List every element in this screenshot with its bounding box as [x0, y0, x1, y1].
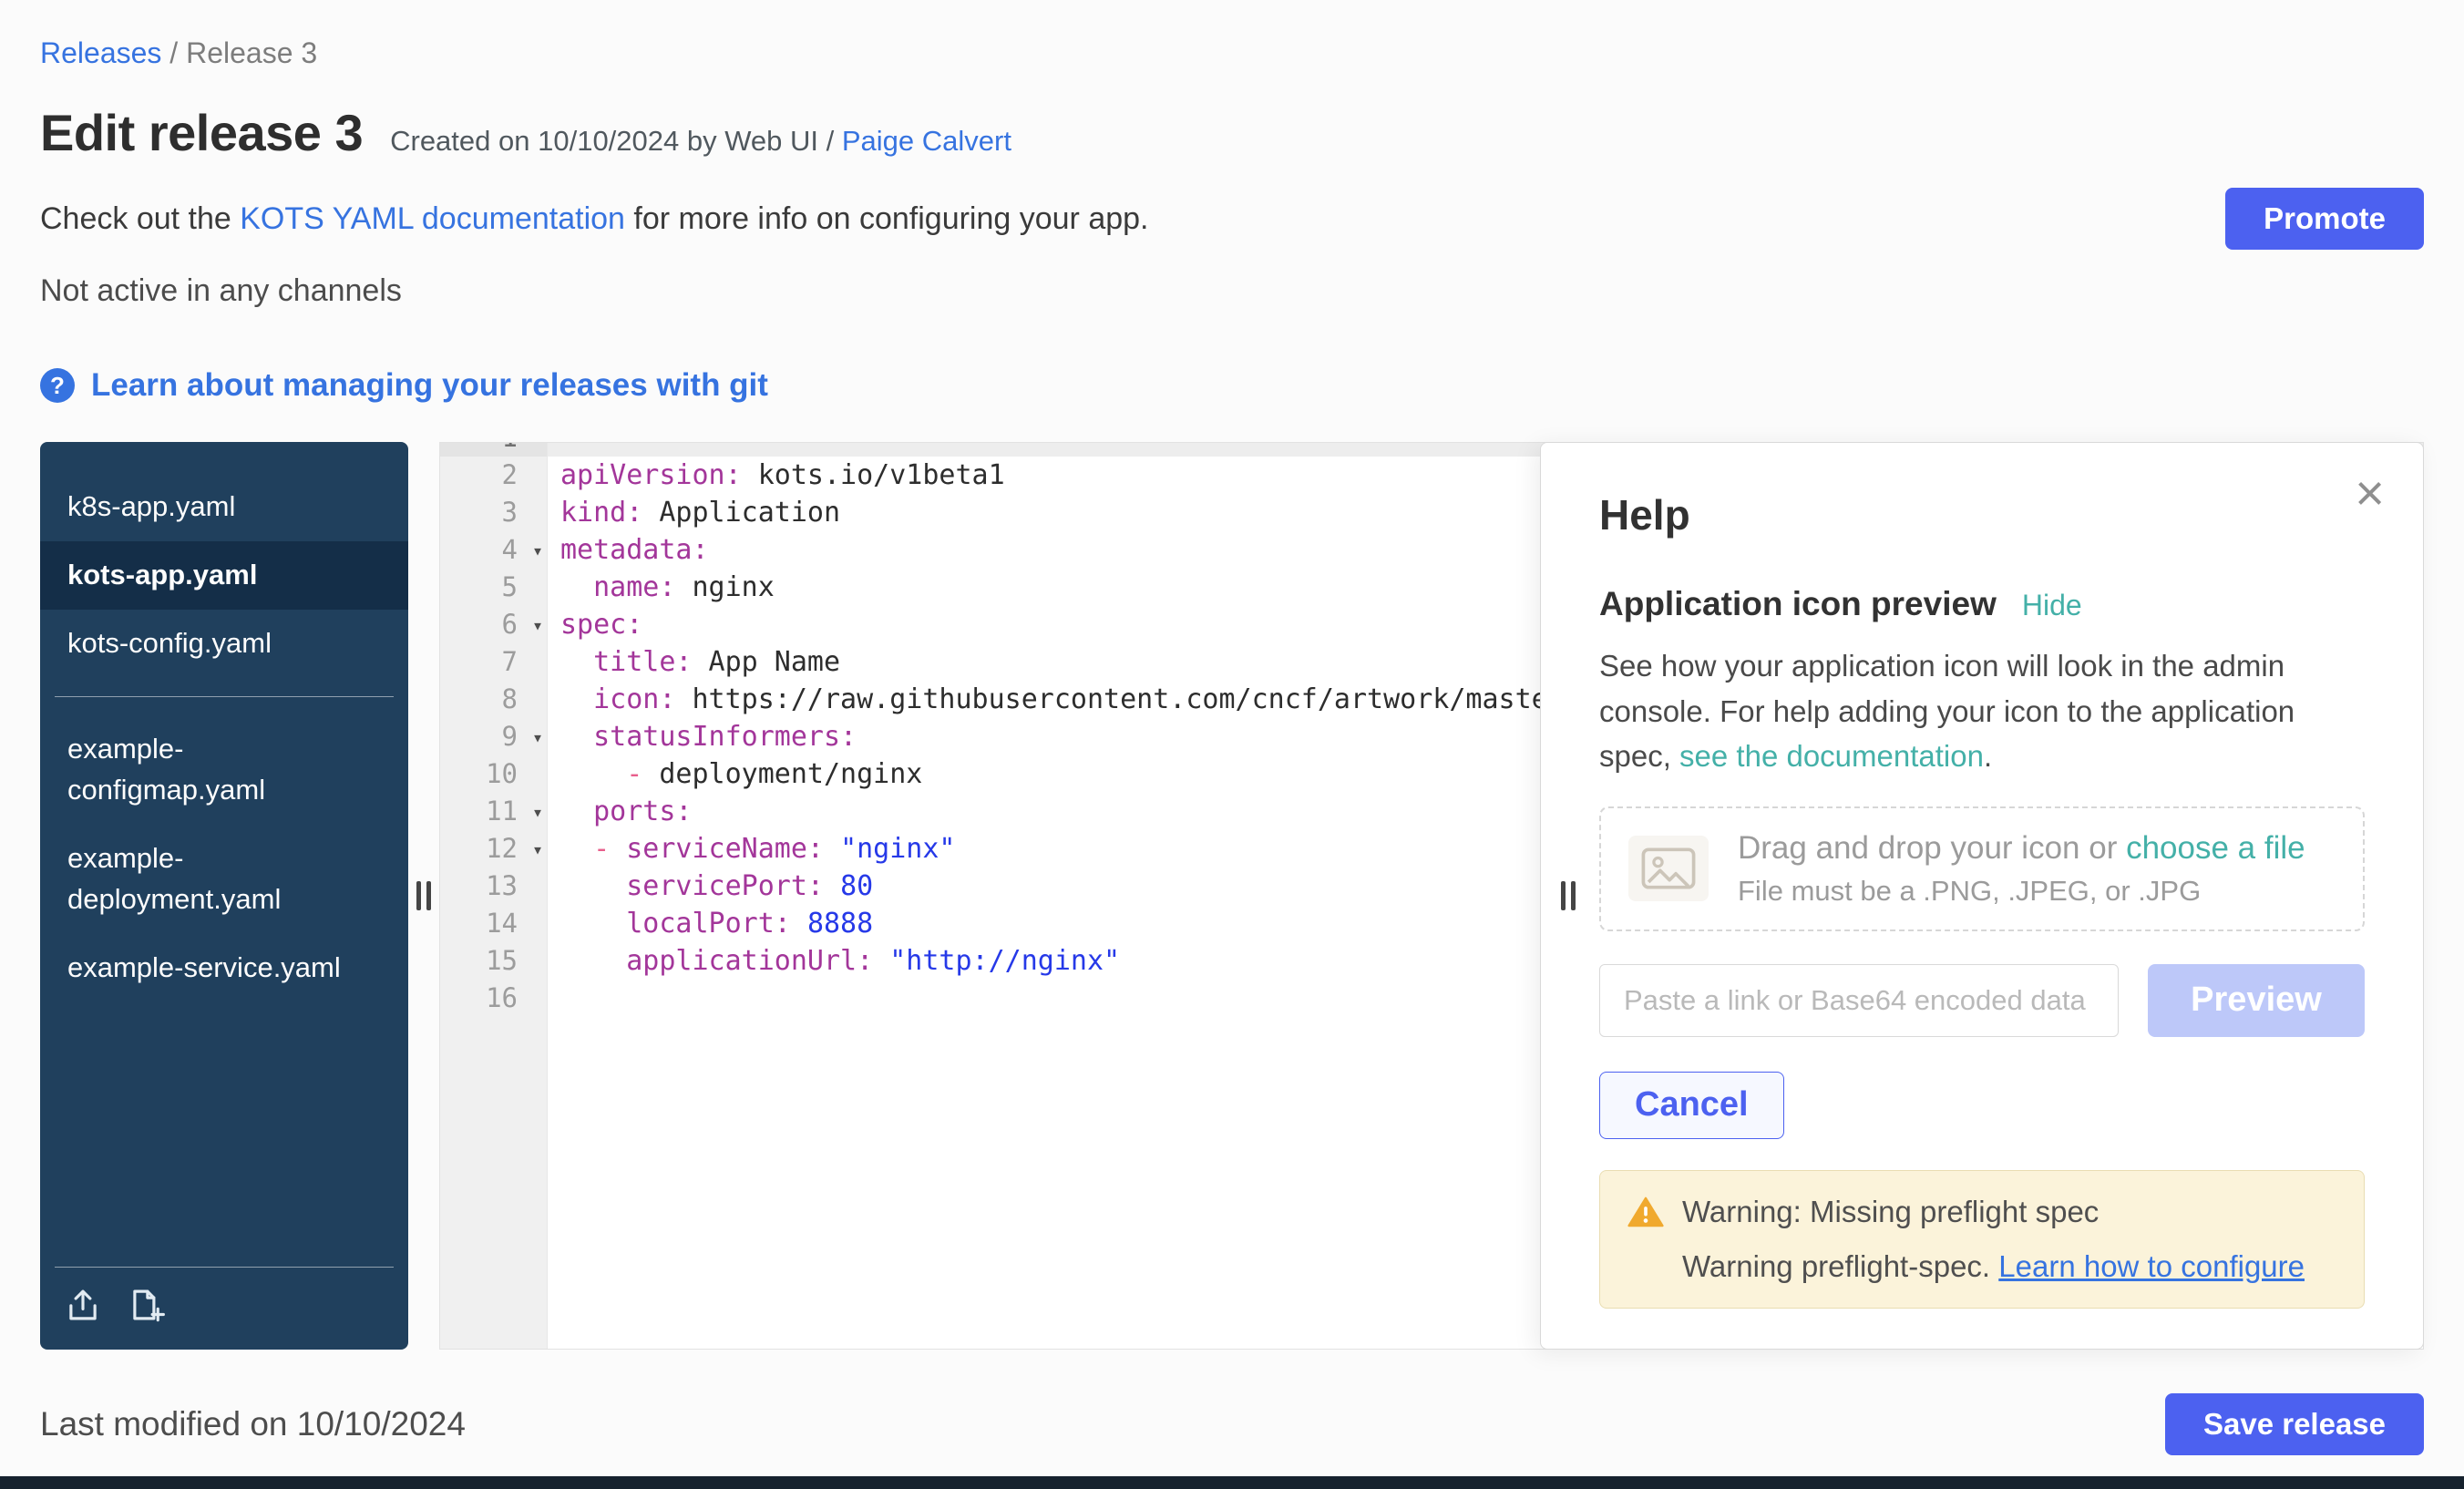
- warning-detail-text: Warning preflight-spec.: [1682, 1249, 1998, 1283]
- title-row: Edit release 3 Created on 10/10/2024 by …: [40, 103, 2424, 162]
- dropzone-instruction: Drag and drop your icon or: [1738, 830, 2126, 866]
- page-footer: Last modified on 10/10/2024 Save release: [40, 1393, 2424, 1455]
- see-documentation-link[interactable]: see the documentation: [1679, 739, 1984, 773]
- help-description: See how your application icon will look …: [1599, 643, 2365, 779]
- warning-detail: Warning preflight-spec. Learn how to con…: [1682, 1249, 2336, 1284]
- last-modified: Last modified on 10/10/2024: [40, 1405, 466, 1443]
- help-description-period: .: [1984, 739, 1992, 773]
- icon-dropzone[interactable]: Drag and drop your icon or choose a file…: [1599, 806, 2365, 931]
- choose-file-link[interactable]: choose a file: [2126, 830, 2305, 866]
- icon-preview-title: Application icon preview: [1599, 585, 1997, 623]
- breadcrumb: Releases / Release 3: [40, 36, 2424, 70]
- file-tree-item[interactable]: example-deployment.yaml: [40, 825, 408, 934]
- line-number: 7: [440, 643, 547, 681]
- icon-preview-section-header: Application icon preview Hide: [1599, 585, 2365, 623]
- help-title: Help: [1599, 490, 2365, 539]
- line-number: 5: [440, 569, 547, 606]
- git-releases-link[interactable]: Learn about managing your releases with …: [91, 367, 768, 404]
- warning-title: Warning: Missing preflight spec: [1682, 1195, 2099, 1229]
- docs-row: Check out the KOTS YAML documentation fo…: [40, 188, 2424, 250]
- docs-note: Check out the KOTS YAML documentation fo…: [40, 201, 1149, 237]
- editor-gutter: 1234▾56▾789▾1011▾12▾13141516: [440, 443, 548, 1349]
- line-number: 10: [440, 755, 547, 793]
- fold-toggle-icon[interactable]: ▾: [532, 532, 543, 570]
- breadcrumb-releases-link[interactable]: Releases: [40, 36, 161, 69]
- tree-footer-divider: [55, 1267, 394, 1268]
- line-number: 14: [440, 905, 547, 942]
- file-tree-footer: [40, 1267, 408, 1350]
- question-icon: ?: [40, 368, 75, 403]
- page-title: Edit release 3: [40, 103, 363, 162]
- save-release-button[interactable]: Save release: [2165, 1393, 2424, 1455]
- line-number: 6▾: [440, 606, 547, 643]
- line-number: 12▾: [440, 830, 547, 868]
- kots-docs-link[interactable]: KOTS YAML documentation: [240, 201, 625, 236]
- created-info: Created on 10/10/2024 by Web UI / Paige …: [390, 125, 1011, 158]
- file-tree-item[interactable]: kots-app.yaml: [40, 541, 408, 610]
- line-number: 2: [440, 457, 547, 494]
- docs-note-prefix: Check out the: [40, 201, 240, 236]
- bottom-bar: [0, 1476, 2464, 1489]
- line-number: 13: [440, 868, 547, 905]
- image-placeholder-icon: [1628, 836, 1709, 901]
- dropzone-file-hint: File must be a .PNG, .JPEG, or .JPG: [1738, 875, 2305, 908]
- line-number: 3: [440, 494, 547, 531]
- line-number: 8: [440, 681, 547, 718]
- new-file-icon[interactable]: [128, 1286, 166, 1324]
- breadcrumb-separator: /: [161, 36, 186, 69]
- fold-toggle-icon[interactable]: ▾: [532, 794, 543, 831]
- fold-toggle-icon[interactable]: ▾: [532, 719, 543, 756]
- release-editor-workspace: k8s-app.yamlkots-app.yamlkots-config.yam…: [40, 442, 2424, 1350]
- line-number: 16: [440, 980, 547, 1017]
- upload-file-icon[interactable]: [64, 1286, 102, 1324]
- icon-url-row: Preview: [1599, 964, 2365, 1037]
- file-tree-item[interactable]: example-service.yaml: [40, 934, 408, 1002]
- line-number: 1: [440, 443, 547, 457]
- line-number: 11▾: [440, 793, 547, 830]
- preview-button[interactable]: Preview: [2148, 964, 2365, 1037]
- close-icon[interactable]: ×: [2349, 467, 2390, 519]
- cancel-button[interactable]: Cancel: [1599, 1072, 1784, 1139]
- channel-status: Not active in any channels: [40, 273, 2424, 309]
- icon-url-input[interactable]: [1599, 964, 2119, 1037]
- learn-configure-link[interactable]: Learn how to configure: [1998, 1249, 2305, 1283]
- file-tree: k8s-app.yamlkots-app.yamlkots-config.yam…: [40, 442, 408, 1350]
- breadcrumb-current: Release 3: [186, 36, 317, 69]
- help-panel-resize-handle[interactable]: [1561, 881, 1576, 910]
- fold-toggle-icon[interactable]: ▾: [532, 831, 543, 868]
- file-group-divider: [55, 696, 394, 697]
- file-tree-items: k8s-app.yamlkots-app.yamlkots-config.yam…: [40, 473, 408, 1002]
- file-tree-resize-handle[interactable]: [408, 442, 439, 1350]
- edit-release-page: Releases / Release 3 Edit release 3 Crea…: [0, 0, 2464, 1476]
- fold-toggle-icon[interactable]: ▾: [532, 607, 543, 644]
- created-text: Created on 10/10/2024 by Web UI /: [390, 125, 842, 157]
- file-tree-item[interactable]: example-configmap.yaml: [40, 715, 408, 825]
- promote-button[interactable]: Promote: [2225, 188, 2424, 250]
- preflight-warning-box: Warning: Missing preflight spec Warning …: [1599, 1170, 2365, 1309]
- file-tree-item[interactable]: kots-config.yaml: [40, 610, 408, 678]
- author-link[interactable]: Paige Calvert: [842, 125, 1011, 157]
- warning-icon: [1627, 1196, 1664, 1228]
- help-panel: × Help Application icon preview Hide See…: [1540, 442, 2424, 1350]
- file-tree-item[interactable]: k8s-app.yaml: [40, 473, 408, 541]
- line-number: 9▾: [440, 718, 547, 755]
- dropzone-text: Drag and drop your icon or choose a file…: [1738, 830, 2305, 908]
- file-tree-actions: [40, 1282, 408, 1337]
- line-number: 4▾: [440, 531, 547, 569]
- line-number: 15: [440, 942, 547, 980]
- hide-link[interactable]: Hide: [2022, 589, 2082, 622]
- docs-note-suffix: for more info on configuring your app.: [625, 201, 1149, 236]
- git-help-row: ? Learn about managing your releases wit…: [40, 367, 2424, 404]
